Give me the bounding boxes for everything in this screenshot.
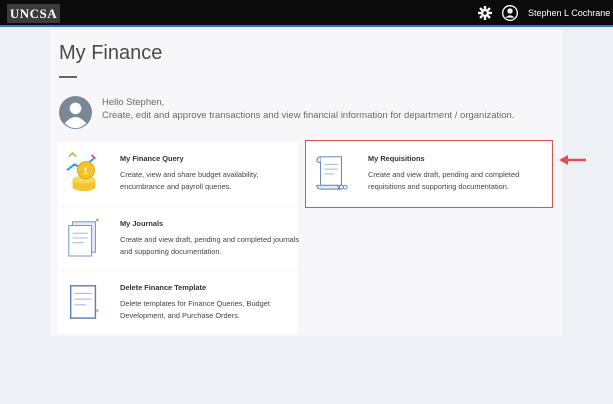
user-avatar-icon[interactable]: [502, 5, 518, 21]
title-divider: [59, 76, 77, 78]
card-description: Delete templates for Finance Queries, Bu…: [120, 299, 270, 320]
intro-text: Create, edit and approve transactions an…: [102, 110, 515, 121]
card-title: My Finance Query: [120, 154, 184, 163]
uncsa-logo[interactable]: UNCSA: [7, 4, 60, 23]
card-title: My Journals: [120, 219, 164, 228]
template-icon: [69, 285, 99, 319]
card-title: Delete Finance Template: [120, 283, 207, 292]
card-description: Create, view and share budget availabili…: [120, 170, 259, 191]
svg-text:1: 1: [83, 166, 88, 177]
delete-template-card[interactable]: Delete Finance Template Delete templates…: [58, 271, 298, 334]
user-avatar: [59, 96, 92, 129]
journals-card[interactable]: My Journals Create and view draft, pendi…: [58, 207, 300, 270]
finance-query-card[interactable]: 1 My Finance Query Create, view and shar…: [58, 142, 298, 206]
requisitions-highlight-box: [305, 140, 553, 208]
top-bar: UNCSA Stephen L Cochrane: [0, 0, 613, 27]
card-description: Create and view draft, pending and compl…: [120, 235, 300, 256]
coins-icon: 1: [66, 151, 96, 191]
gear-icon[interactable]: [478, 6, 492, 20]
red-arrow-icon: [559, 155, 586, 165]
greeting-text: Hello Stephen,: [102, 97, 165, 108]
journal-icon: [68, 218, 99, 257]
page-title: My Finance: [59, 42, 163, 64]
user-name[interactable]: Stephen L Cochrane: [528, 8, 610, 18]
